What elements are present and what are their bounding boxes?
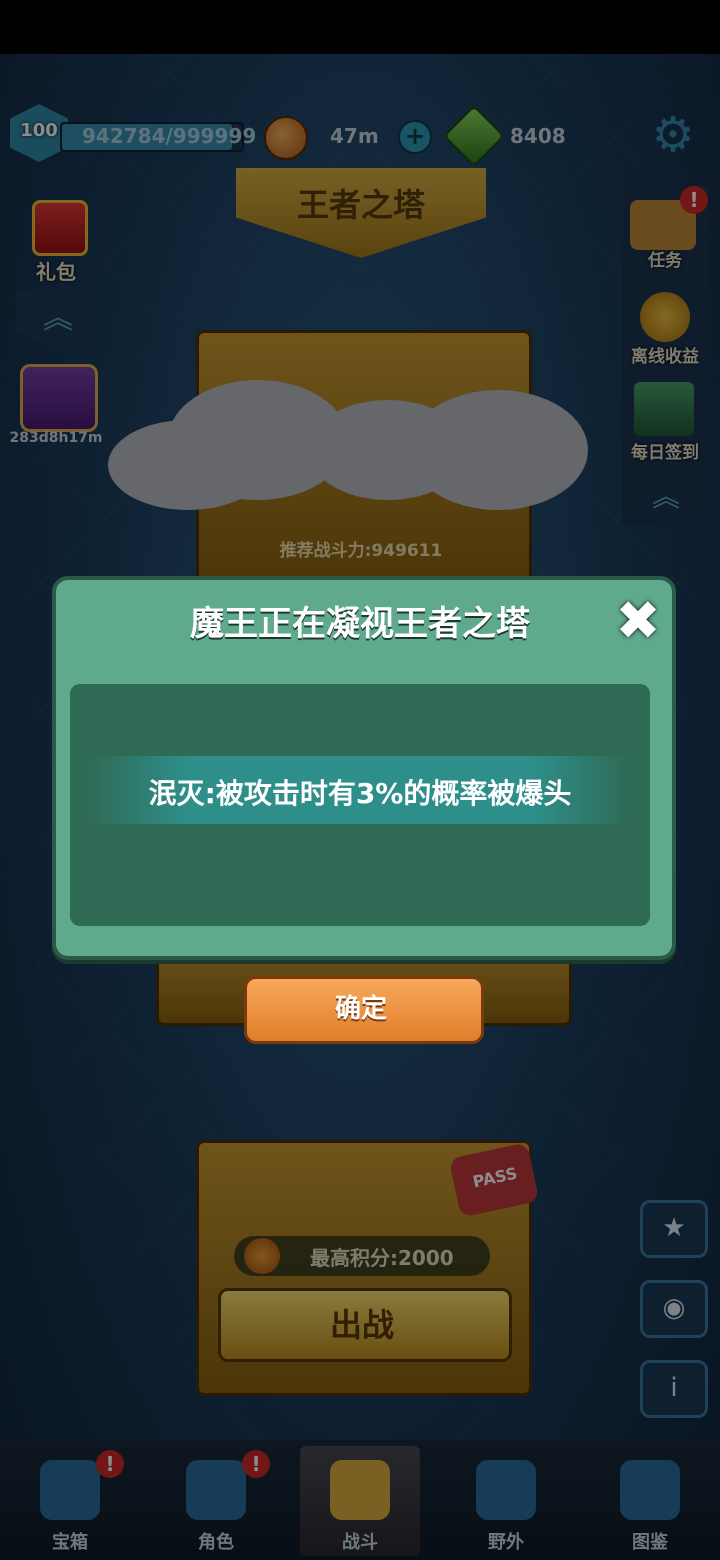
- nav-label: 野外: [488, 1532, 524, 1553]
- nav-alert-badge: !: [242, 1450, 270, 1478]
- offline-income-label: 离线收益: [631, 347, 699, 367]
- recommended-power: 推荐战斗力:949611: [279, 541, 443, 561]
- chest-icon: [40, 1460, 100, 1520]
- nav-label: 战斗: [342, 1532, 378, 1553]
- daily-checkin-icon[interactable]: [634, 382, 694, 436]
- daily-checkin-label: 每日签到: [631, 443, 699, 463]
- gift-icon: [32, 200, 88, 256]
- coin-icon: [264, 116, 308, 160]
- gift-pack-button[interactable]: [18, 196, 94, 256]
- chevron-up-icon[interactable]: ︽: [628, 482, 704, 512]
- quest-label: 任务: [648, 251, 682, 271]
- nav-character[interactable]: ! 角色: [156, 1446, 276, 1556]
- info-icon[interactable]: i: [640, 1360, 708, 1418]
- eye-icon[interactable]: ◉: [640, 1280, 708, 1338]
- fog-cloud: [108, 380, 588, 510]
- castle-icon: [476, 1460, 536, 1520]
- nav-battle[interactable]: 战斗: [300, 1446, 420, 1556]
- nav-label: 图鉴: [632, 1532, 668, 1553]
- confirm-button-label: 确定: [334, 994, 387, 1024]
- nav-label: 宝箱: [52, 1532, 88, 1553]
- score-icon: [244, 1238, 280, 1274]
- chevron-up-icon: ︽: [43, 301, 73, 336]
- plus-icon[interactable]: +: [398, 120, 432, 154]
- character-icon: [186, 1460, 246, 1520]
- gem-count: 8408: [510, 124, 566, 148]
- nav-chest[interactable]: ! 宝箱: [10, 1446, 130, 1556]
- offline-income-icon[interactable]: [640, 292, 690, 342]
- xp-text: 942784/999999: [82, 124, 257, 148]
- effect-description: 泯灭:被攻击时有3%的概率被爆头: [148, 777, 572, 810]
- gear-icon[interactable]: ⚙: [648, 110, 698, 160]
- chest-event-button[interactable]: [20, 364, 98, 432]
- medal-icon[interactable]: ★: [640, 1200, 708, 1258]
- nav-alert-badge: !: [96, 1450, 124, 1478]
- high-score-text: 最高积分:2000: [310, 1246, 454, 1270]
- nav-codex[interactable]: 图鉴: [590, 1446, 710, 1556]
- close-icon[interactable]: ✖: [610, 594, 666, 650]
- fight-button-label: 出战: [329, 1306, 394, 1344]
- nav-label: 角色: [198, 1532, 234, 1553]
- tower-title: 王者之塔: [296, 186, 425, 224]
- nav-field[interactable]: 野外: [446, 1446, 566, 1556]
- book-icon: [620, 1460, 680, 1520]
- gem-icon: [442, 104, 506, 168]
- game-scene: 100 942784/999999 47m + 8408 ⚙ 推荐战斗力:949…: [0, 0, 720, 1560]
- chest-event-timer: 283d8h17m: [9, 430, 103, 446]
- energy-timer: 47m: [330, 124, 379, 148]
- dialog-title: 魔王正在凝视王者之塔: [190, 604, 530, 644]
- quest-alert-badge: !: [680, 186, 708, 214]
- level-text: 100: [20, 120, 58, 141]
- gift-label: 礼包: [36, 260, 76, 284]
- system-status-bar: [0, 0, 720, 54]
- crossed-swords-icon: [330, 1460, 390, 1520]
